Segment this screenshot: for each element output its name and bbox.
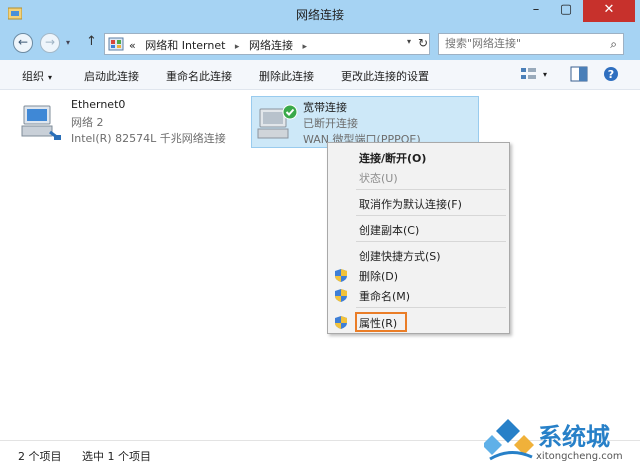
- refresh-icon[interactable]: ↻: [418, 36, 428, 50]
- menu-item-rename[interactable]: 重命名(M): [330, 285, 507, 305]
- context-menu: 连接/断开(O) 状态(U) 取消作为默认连接(F) 创建副本(C) 创建快捷方…: [327, 142, 510, 334]
- connection-item-ethernet0[interactable]: Ethernet0 网络 2 Intel(R) 82574L 千兆网络连接: [18, 96, 243, 148]
- menu-item-delete[interactable]: 删除(D): [330, 265, 507, 285]
- item-count: 2 个项目: [18, 450, 62, 463]
- search-icon[interactable]: ⌕: [610, 37, 617, 52]
- connection-status: 已断开连接: [303, 117, 358, 130]
- menu-item-label: 属性(R): [359, 317, 398, 330]
- command-bar: 组织 ▾ 启动此连接 重命名此连接 删除此连接 更改此连接的设置 ▾ ?: [0, 60, 640, 90]
- menu-item-create-shortcut[interactable]: 创建快捷方式(S): [330, 245, 507, 265]
- search-input[interactable]: [445, 37, 595, 50]
- address-bar[interactable]: « 网络和 Internet ▸ 网络连接 ▸ ▾ ↻: [104, 33, 430, 55]
- connection-status: 网络 2: [71, 116, 104, 129]
- connection-item-broadband[interactable]: 宽带连接 已断开连接 WAN 微型端口(PPPOE): [251, 96, 479, 148]
- control-panel-icon: [108, 37, 124, 51]
- network-adapter-icon: [21, 105, 61, 140]
- search-box[interactable]: ⌕: [438, 33, 624, 55]
- menu-item-label: 连接/断开(O): [359, 152, 427, 165]
- close-button[interactable]: ✕: [583, 0, 635, 22]
- breadcrumb-network-connections[interactable]: 网络连接: [249, 39, 293, 52]
- organize-button[interactable]: 组织 ▾: [22, 68, 52, 84]
- menu-item-create-copy[interactable]: 创建副本(C): [330, 219, 507, 239]
- preview-pane-icon[interactable]: [570, 66, 588, 82]
- broadband-adapter-icon: [257, 104, 298, 139]
- breadcrumb-prefix[interactable]: «: [129, 39, 136, 52]
- menu-item-label: 状态(U): [359, 172, 398, 185]
- navigation-bar: ← → ▾ ↑ « 网络和 Internet ▸ 网络连接 ▸ ▾ ↻ ⌕: [0, 28, 640, 60]
- back-button[interactable]: ←: [13, 33, 33, 53]
- shield-icon: [335, 269, 347, 282]
- menu-separator: [356, 241, 506, 242]
- change-settings-button[interactable]: 更改此连接的设置: [341, 68, 429, 84]
- menu-item-label: 取消作为默认连接(F): [359, 198, 462, 211]
- menu-item-label: 创建副本(C): [359, 224, 420, 237]
- delete-connection-button[interactable]: 删除此连接: [259, 68, 314, 84]
- watermark: 系统城 xitongcheng.com: [480, 415, 640, 471]
- help-label: ?: [608, 68, 614, 81]
- chevron-down-icon: ▾: [48, 73, 53, 82]
- breadcrumb-network-internet[interactable]: 网络和 Internet: [145, 39, 225, 52]
- view-dropdown-icon[interactable]: ▾: [543, 70, 547, 79]
- connection-device: Intel(R) 82574L 千兆网络连接: [71, 132, 226, 145]
- rename-connection-button[interactable]: 重命名此连接: [166, 68, 232, 84]
- menu-separator: [356, 215, 506, 216]
- breadcrumb-separator-icon[interactable]: ▸: [302, 42, 307, 52]
- forward-button[interactable]: →: [40, 33, 60, 53]
- breadcrumb-separator-icon[interactable]: ▸: [235, 42, 240, 52]
- menu-item-cancel-default[interactable]: 取消作为默认连接(F): [330, 193, 507, 213]
- menu-item-status: 状态(U): [330, 167, 507, 187]
- selected-count: 选中 1 个项目: [82, 450, 151, 463]
- watermark-name: 系统城: [538, 423, 610, 451]
- up-button[interactable]: ↑: [86, 34, 97, 49]
- address-dropdown-icon[interactable]: ▾: [407, 37, 411, 46]
- view-options-icon[interactable]: [520, 66, 538, 82]
- minimize-button[interactable]: –: [523, 0, 549, 22]
- watermark-logo-icon: [484, 419, 534, 461]
- menu-item-connect[interactable]: 连接/断开(O): [330, 147, 507, 167]
- menu-item-properties[interactable]: 属性(R): [330, 312, 507, 332]
- menu-separator: [356, 189, 506, 190]
- recent-locations-dropdown[interactable]: ▾: [66, 38, 70, 47]
- connection-name: 宽带连接: [303, 101, 347, 114]
- menu-separator: [356, 307, 506, 308]
- menu-item-label: 创建快捷方式(S): [359, 250, 441, 263]
- start-connection-button[interactable]: 启动此连接: [84, 68, 139, 84]
- organize-label: 组织: [22, 70, 44, 83]
- menu-item-label: 删除(D): [359, 270, 399, 283]
- shield-icon: [335, 316, 347, 329]
- connections-list: Ethernet0 网络 2 Intel(R) 82574L 千兆网络连接 宽带…: [0, 91, 640, 439]
- title-bar: 网络连接 – ▢ ✕: [0, 0, 640, 28]
- menu-item-label: 重命名(M): [359, 290, 411, 303]
- help-icon[interactable]: ?: [602, 66, 620, 82]
- watermark-url: xitongcheng.com: [536, 451, 623, 462]
- shield-icon: [335, 289, 347, 302]
- connection-name: Ethernet0: [71, 98, 126, 111]
- maximize-button[interactable]: ▢: [553, 0, 579, 22]
